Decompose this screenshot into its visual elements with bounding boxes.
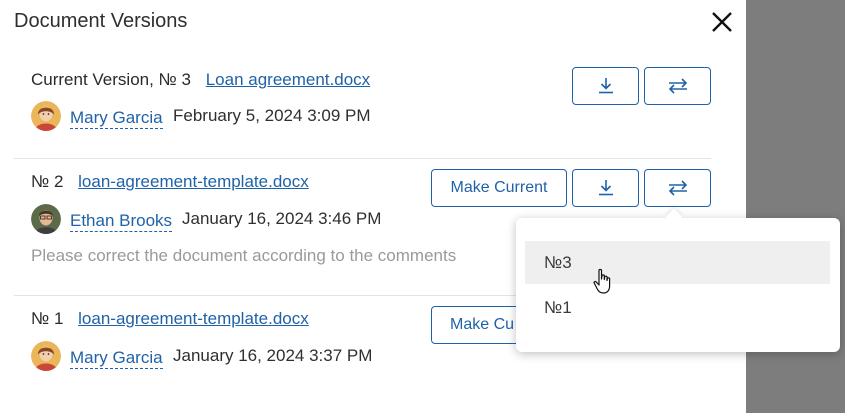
compare-button[interactable] [644, 169, 711, 207]
download-button[interactable] [572, 67, 639, 105]
version-label: № 2 [31, 172, 64, 191]
dropdown-item-version-1[interactable]: №1 [525, 286, 830, 329]
avatar-ethan-brooks [31, 204, 61, 234]
download-icon [598, 180, 613, 196]
close-icon[interactable] [708, 8, 736, 36]
author-link[interactable]: Ethan Brooks [70, 211, 173, 232]
divider [14, 158, 711, 159]
version-date: January 16, 2024 3:46 PM [182, 209, 382, 228]
avatar-mary-garcia [31, 341, 61, 371]
download-button[interactable] [572, 169, 639, 207]
dialog-title: Document Versions [14, 10, 188, 32]
swap-arrows-icon [668, 180, 687, 196]
swap-arrows-icon [668, 78, 687, 94]
dropdown-item-version-3[interactable]: №3 [525, 241, 830, 284]
version-2-header: № 2 loan-agreement-template.docx [31, 172, 309, 192]
compare-version-dropdown: №3 №1 [516, 218, 840, 352]
version-1-header: № 1 loan-agreement-template.docx [31, 309, 309, 329]
version-comment: Please correct the document according to… [31, 246, 457, 265]
version-date: February 5, 2024 3:09 PM [173, 106, 371, 125]
version-2-author-row: Ethan Brooks January 16, 2024 3:46 PM [31, 204, 411, 236]
download-icon [598, 78, 613, 94]
compare-button[interactable] [644, 67, 711, 105]
author-link[interactable]: Mary Garcia [70, 108, 163, 129]
version-3-header: Current Version, № 3 Loan agreement.docx [31, 70, 370, 90]
avatar-mary-garcia [31, 101, 61, 131]
make-current-button[interactable]: Make Current [431, 169, 567, 207]
version-label: № 1 [31, 309, 64, 328]
hand-pointer-icon [593, 268, 611, 294]
version-file-link[interactable]: loan-agreement-template.docx [78, 172, 309, 191]
version-label: Current Version, № 3 [31, 70, 191, 89]
version-file-link[interactable]: Loan agreement.docx [206, 70, 370, 89]
version-1-author-row: Mary Garcia January 16, 2024 3:37 PM [31, 341, 411, 373]
version-date: January 16, 2024 3:37 PM [173, 346, 373, 365]
version-3-author-row: Mary Garcia February 5, 2024 3:09 PM [31, 101, 411, 133]
author-link[interactable]: Mary Garcia [70, 348, 163, 369]
version-file-link[interactable]: loan-agreement-template.docx [78, 309, 309, 328]
